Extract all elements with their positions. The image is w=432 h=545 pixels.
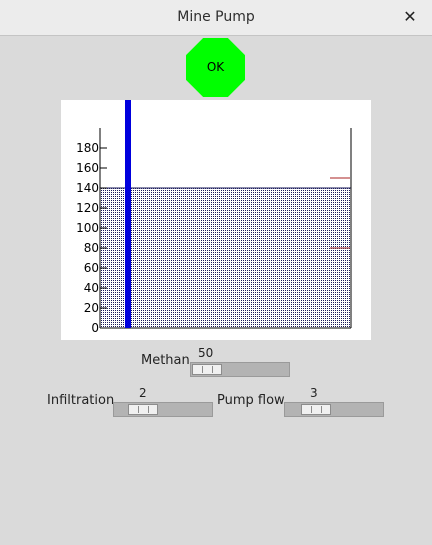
close-icon[interactable]: ✕	[400, 6, 420, 28]
mine-chart: 180 160 140 120 100 80 60 40 20 0	[76, 100, 352, 335]
y-tick-label: 80	[84, 241, 99, 255]
title-bar: Mine Pump ✕	[0, 0, 432, 36]
methane-slider-thumb[interactable]	[192, 364, 222, 375]
y-tick-label: 160	[76, 161, 99, 175]
window-title: Mine Pump	[177, 9, 255, 25]
infiltration-label: Infiltration	[47, 393, 115, 408]
methane-slider[interactable]	[190, 362, 290, 377]
pump-flow-slider-thumb[interactable]	[301, 404, 331, 415]
pump-flow-label: Pump flow	[217, 393, 285, 408]
infiltration-slider-thumb[interactable]	[128, 404, 158, 415]
pump-flow-value: 3	[310, 386, 318, 400]
infiltration-value: 2	[139, 386, 147, 400]
status-ok-button[interactable]: OK	[186, 38, 245, 97]
infiltration-slider[interactable]	[113, 402, 213, 417]
y-tick-label: 180	[76, 141, 99, 155]
y-tick-label: 40	[84, 281, 99, 295]
y-tick-label: 120	[76, 201, 99, 215]
y-tick-label: 20	[84, 301, 99, 315]
y-tick-label: 100	[76, 221, 99, 235]
y-tick-label: 60	[84, 261, 99, 275]
methane-level-bar	[125, 100, 131, 328]
pump-flow-slider[interactable]	[284, 402, 384, 417]
y-tick-label: 140	[76, 181, 99, 195]
y-tick-label: 0	[91, 321, 99, 335]
methane-label: Methan	[141, 353, 190, 368]
water-level-area	[100, 188, 351, 328]
methane-value: 50	[198, 346, 214, 360]
mine-chart-panel: 180 160 140 120 100 80 60 40 20 0	[61, 100, 371, 340]
